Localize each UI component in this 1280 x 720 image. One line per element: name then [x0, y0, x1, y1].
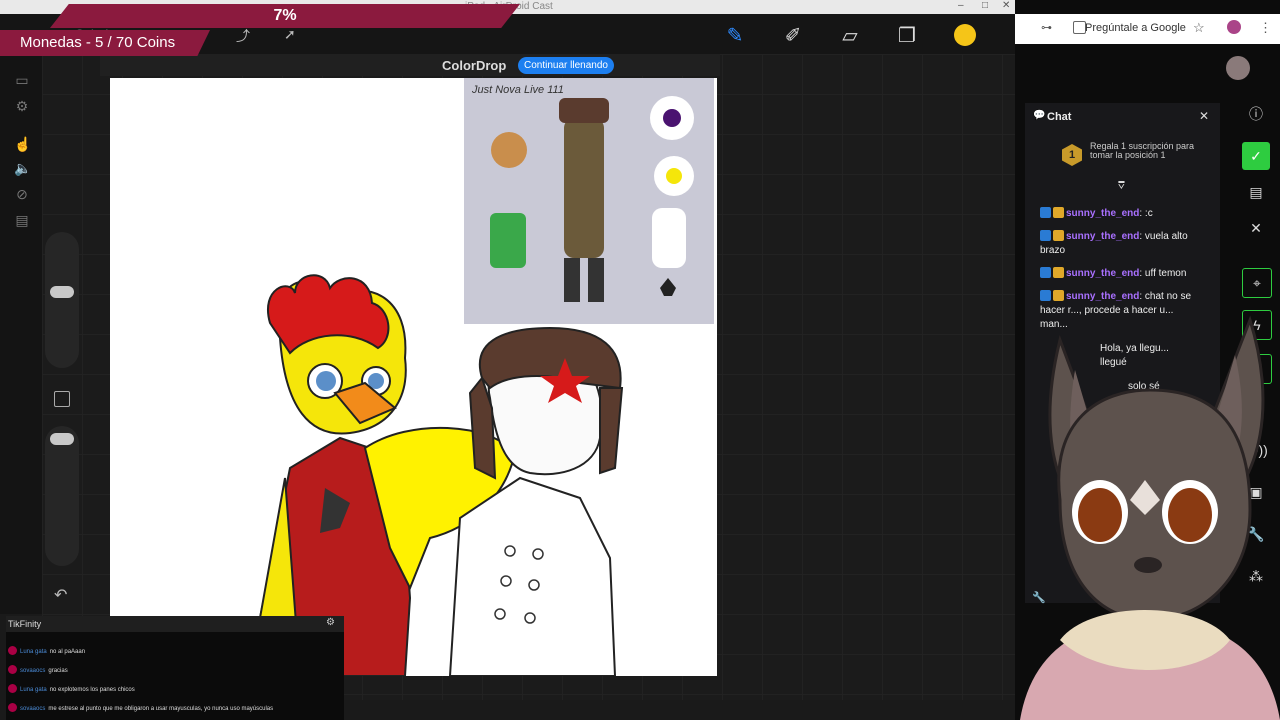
mod-badge-icon — [1040, 267, 1051, 278]
chat-username[interactable]: sunny_the_end — [1066, 208, 1139, 219]
chat-text: me estrese al punto que me obligaron a u… — [48, 706, 274, 712]
color-swatch[interactable] — [954, 24, 976, 46]
reference-illustration — [490, 96, 694, 302]
chat-username: Luna gata — [20, 687, 47, 693]
left-sidebar: ▭ ⚙ ☝ 🔈 ⊘ ▤ — [0, 54, 42, 614]
file-icon[interactable]: ▤ — [14, 212, 30, 228]
chat-username: sovaaocs — [20, 706, 46, 712]
list-item: sovaaocs me estrese al punto que me oblig… — [8, 703, 273, 712]
goal-percent: 7% — [273, 7, 297, 24]
menu-icon[interactable]: ⋮ — [1259, 20, 1272, 36]
chat-username: sovaaocs — [20, 668, 46, 674]
colordrop-bar: ColorDrop Continuar llenando — [430, 57, 630, 75]
browser-omnibar: ⊶ Pregúntale a Google ☆ ⋮ — [1015, 14, 1280, 44]
undo-icon[interactable]: ↶ — [54, 585, 67, 605]
chat-title: Chat — [1047, 111, 1072, 123]
list-item: sovaaocs gracias — [8, 665, 68, 674]
brush-icon[interactable]: ✎ — [723, 24, 747, 48]
mod-badge-icon — [1040, 207, 1051, 218]
smudge-icon[interactable]: ✐ — [781, 24, 805, 48]
settings-icon[interactable]: ⚙ — [14, 98, 30, 114]
chat-close-icon[interactable]: ✕ — [1199, 109, 1209, 123]
chat-username: Luna gata — [20, 649, 47, 655]
reference-title: Just Nova Live 111 — [472, 84, 564, 96]
crown-badge-icon — [1053, 230, 1064, 241]
tikfinity-settings-icon[interactable]: ⚙ — [326, 617, 335, 628]
gift-rank-badge: 1 — [1062, 144, 1082, 166]
chat-text: gracias — [48, 668, 68, 674]
vtuber-avatar — [1020, 315, 1280, 720]
check-icon[interactable]: ✓ — [1242, 142, 1270, 170]
list-item: Luna gata no explotemos los panes chicos — [8, 684, 135, 693]
chat-message: sunny_the_end: :c — [1040, 207, 1200, 221]
coins-banner: Monedas - 5 / 70 Coins — [0, 30, 210, 56]
user-avatar — [8, 684, 17, 693]
modify-square-icon[interactable] — [54, 391, 70, 407]
extension-icon[interactable] — [1227, 20, 1241, 34]
reference-sheet: Just Nova Live 111 — [464, 78, 714, 324]
layout-icon[interactable]: ▤ — [1242, 178, 1270, 206]
maximize-icon[interactable]: □ — [982, 0, 988, 11]
focus-icon[interactable]: ⌖ — [1242, 268, 1272, 298]
mic-off-icon[interactable]: ⊘ — [14, 186, 30, 202]
close-icon[interactable]: ✕ — [1002, 0, 1010, 11]
continue-filling-button[interactable]: Continuar llenando — [518, 57, 614, 74]
chat-text: no explotemos los panes chicos — [49, 687, 135, 693]
chat-text: no al paAaan — [49, 649, 86, 655]
chat-header: 💬 Chat ✕ — [1025, 103, 1220, 131]
chat-username[interactable]: sunny_the_end — [1066, 231, 1139, 242]
brush-size-slider[interactable] — [45, 232, 79, 368]
eraser-icon[interactable]: ▱ — [838, 24, 862, 48]
mute-icon[interactable]: 🔈 — [14, 160, 31, 176]
coin-goal-overlay: 7% Monedas - 5 / 70 Coins — [0, 0, 520, 56]
coins-text: Monedas - 5 / 70 Coins — [20, 34, 176, 51]
ask-google-button[interactable]: Pregúntale a Google — [1085, 22, 1186, 34]
info-icon[interactable]: ⓘ — [1242, 100, 1270, 128]
chat-username[interactable]: sunny_the_end — [1066, 268, 1139, 279]
user-avatar — [8, 665, 17, 674]
gift-sub-banner[interactable]: 1 Regala 1 suscripción para tomar la pos… — [1060, 142, 1210, 176]
user-avatar — [8, 646, 17, 655]
opacity-slider[interactable] — [45, 426, 79, 566]
window-icon[interactable]: ▭ — [14, 72, 30, 88]
tikfinity-chat-overlay: TikFinity ⚙ Luna gata no al paAaan sovaao… — [6, 616, 344, 720]
gift-text: Regala 1 suscripción para tomar la posic… — [1090, 141, 1195, 160]
close-side-icon[interactable]: ✕ — [1242, 214, 1270, 242]
profile-avatar[interactable] — [1226, 56, 1250, 80]
lens-icon[interactable]: ⊶ — [1041, 21, 1052, 34]
colordrop-label: ColorDrop — [442, 58, 507, 73]
tikfinity-header: TikFinity ⚙ — [6, 616, 344, 632]
chat-message: sunny_the_end: uff temon — [1040, 267, 1200, 281]
touch-icon[interactable]: ☝ — [14, 136, 31, 152]
layers-icon[interactable]: ❐ — [895, 24, 919, 48]
mod-badge-icon — [1040, 230, 1051, 241]
chat-message: sunny_the_end: vuela alto brazo — [1040, 230, 1200, 258]
chat-bubble-icon: 💬 — [1033, 110, 1046, 121]
pin-toggle-icon[interactable]: ⩢ — [1118, 180, 1125, 193]
brush-size-knob[interactable] — [50, 286, 74, 298]
user-avatar — [8, 703, 17, 712]
tikfinity-title: TikFinity — [8, 619, 42, 629]
chat-text: : uff temon — [1139, 268, 1187, 279]
crown-badge-icon — [1053, 267, 1064, 278]
crown-badge-icon — [1053, 207, 1064, 218]
drawing-app-window: iPad - AirDroid Cast – □ ✕ Galería ⤴ ➚ ✎… — [0, 0, 1015, 720]
chat-text: : :c — [1139, 208, 1153, 219]
opacity-knob[interactable] — [50, 433, 74, 445]
list-item: Luna gata no al paAaan — [8, 646, 85, 655]
goal-progress-bar: 7% — [50, 4, 520, 28]
minimize-icon[interactable]: – — [958, 0, 964, 11]
star-icon[interactable]: ☆ — [1193, 20, 1205, 36]
